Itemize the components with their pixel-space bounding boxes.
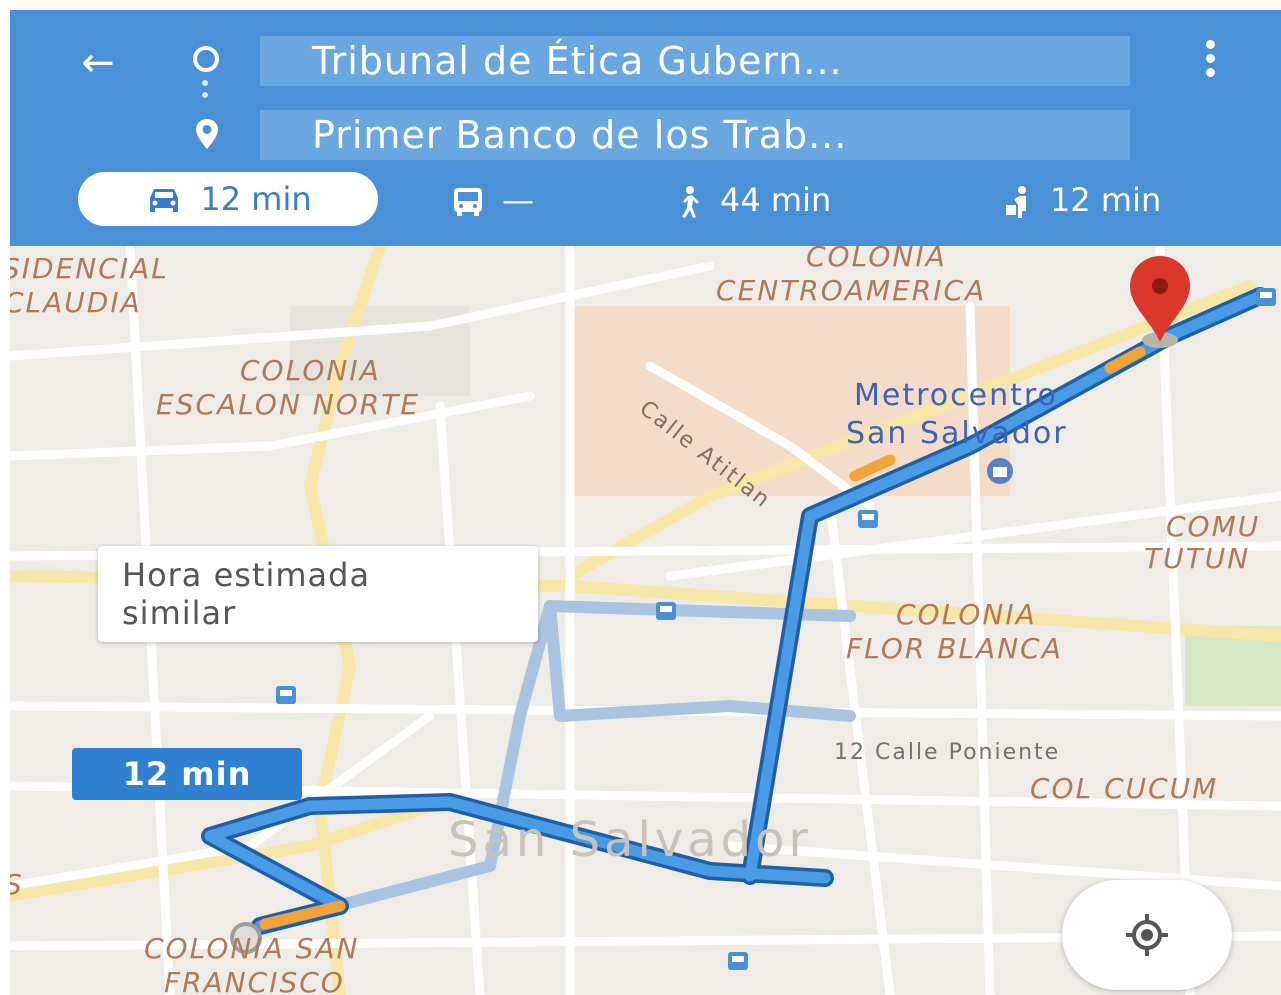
bus-stop-icon (276, 686, 296, 704)
crosshair-icon (1126, 914, 1168, 956)
walk-icon (682, 186, 699, 218)
destination-pin-icon (196, 119, 218, 149)
tab-transit[interactable]: — (450, 170, 534, 230)
tab-walking[interactable]: 44 min (674, 170, 831, 230)
map-label-col-cucuma: COL CUCUM (1030, 772, 1219, 805)
bus-icon (454, 188, 482, 216)
map-label-centroamerica-1: COLONIA (806, 246, 947, 273)
map-label-san-francisco-1: COLONIA SAN (144, 932, 360, 965)
poi-metrocentro-2[interactable]: San Salvador (846, 416, 1068, 451)
poi-metrocentro-1[interactable]: Metrocentro (854, 378, 1058, 413)
tab-ride-label: 12 min (1050, 181, 1162, 219)
map-label-flor-blanca-2: FLOR BLANCA (846, 632, 1063, 665)
map-label-flor-blanca-1: COLONIA (896, 598, 1037, 631)
map-label-calle-poniente: 12 Calle Poniente (834, 740, 1061, 765)
tab-walking-label: 44 min (720, 181, 832, 219)
tab-driving-label: 12 min (200, 180, 312, 218)
my-location-button[interactable] (1062, 880, 1232, 990)
origin-circle-icon (193, 46, 219, 72)
map-label-residencial: SIDENCIAL (10, 252, 169, 285)
origin-input[interactable]: Tribunal de Ética Gubern... (260, 36, 1130, 86)
map-canvas[interactable]: SIDENCIAL CLAUDIA COLONIA CENTROAMERICA … (10, 246, 1281, 995)
tab-ride[interactable]: 12 min (1002, 170, 1161, 230)
bus-stop-icon (1256, 288, 1276, 306)
ride-icon (1006, 186, 1026, 218)
map-label-centroamerica-2: CENTROAMERICA (716, 274, 987, 307)
bus-stop-icon (858, 510, 878, 528)
route-info-tooltip[interactable]: Hora estimada similar (98, 546, 538, 642)
tab-driving[interactable]: 12 min (78, 172, 378, 226)
route-dots-icon (202, 80, 208, 104)
map-label-tutun: TUTUN (1144, 542, 1251, 575)
travel-mode-tabs: 12 min — 44 min 12 min (10, 170, 1281, 230)
map-label-escalon-1: COLONIA (240, 354, 381, 387)
map-label-edge-left: S (10, 868, 24, 901)
map-label-comu: COMU (1166, 510, 1261, 543)
tooltip-line-2: similar (122, 594, 237, 632)
shopping-icon (987, 458, 1013, 484)
tooltip-line-1: Hora estimada (122, 556, 371, 594)
arrow-left-icon[interactable]: ← (68, 38, 128, 88)
tooltip-text: Hora estimada similar (122, 556, 370, 632)
map-label-escalon-2: ESCALON NORTE (156, 388, 421, 421)
map-label-city: San Salvador (448, 812, 813, 868)
map-label-claudia: CLAUDIA (10, 286, 142, 319)
tab-transit-label: — (502, 181, 534, 219)
destination-input[interactable]: Primer Banco de los Trab... (260, 110, 1130, 160)
more-vertical-icon[interactable] (1202, 40, 1218, 86)
car-icon (150, 189, 179, 212)
bus-stop-icon (728, 952, 748, 970)
route-duration-badge[interactable]: 12 min (72, 748, 302, 800)
map-label-san-francisco-2: FRANCISCO (164, 966, 345, 995)
bus-stop-icon (656, 602, 676, 620)
directions-screen: ← Tribunal de Ética Gubern... Primer Ban… (0, 0, 1281, 995)
